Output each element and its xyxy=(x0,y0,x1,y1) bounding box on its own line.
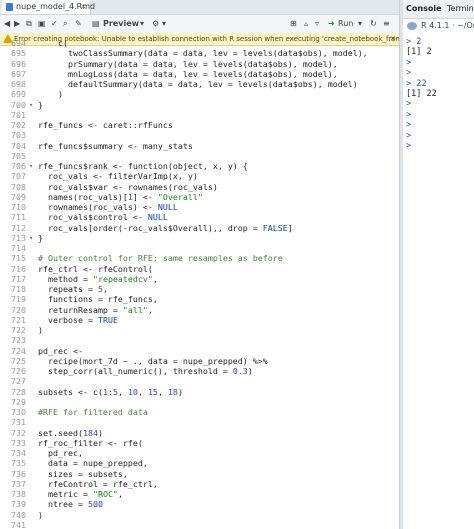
preview-icon[interactable]: ▤ xyxy=(92,17,100,30)
gear-icon[interactable]: ⚙ xyxy=(152,17,159,30)
search-icon[interactable]: ⌕ xyxy=(63,17,67,30)
console-pane: Console Terminal R 4.1.1 · ~/On > 2[1] 2… xyxy=(403,0,474,529)
console-input-prompt[interactable]: > xyxy=(406,140,411,152)
rmd-file-icon xyxy=(6,3,13,11)
preview-button[interactable]: Preview xyxy=(103,17,139,30)
source-editor-pane: nupe_model_4.Rmd × ◀ ▶ ⧉ ▣ ✓ ⌕ ✎ ▤ Previ… xyxy=(0,0,399,529)
tab-terminal[interactable]: Terminal xyxy=(447,0,474,18)
show-in-window-icon[interactable]: ⧉ xyxy=(26,17,32,30)
r-logo-icon xyxy=(407,22,417,30)
preview-dropdown-icon[interactable]: ▾ xyxy=(140,17,144,30)
rerun-icon[interactable]: ↻ xyxy=(370,17,377,30)
settings-dropdown-icon[interactable]: ▾ xyxy=(162,17,166,30)
back-arrow-icon[interactable]: ◀ xyxy=(4,17,10,30)
code-area[interactable]: 694 c(695 twoClassSummary(data = data, l… xyxy=(0,37,399,529)
forward-arrow-icon[interactable]: ▶ xyxy=(14,17,20,30)
tab-nupe-model[interactable]: nupe_model_4.Rmd × xyxy=(2,0,95,14)
run-button[interactable]: Run xyxy=(338,17,353,30)
r-version: R 4.1.1 · ~/On xyxy=(421,21,474,30)
knit-abc-icon[interactable]: ✓ xyxy=(51,17,58,30)
tab-console[interactable]: Console xyxy=(406,0,442,18)
outline-icon[interactable]: ≡ xyxy=(383,17,390,30)
console-info-bar: R 4.1.1 · ~/On xyxy=(403,19,474,33)
save-icon[interactable]: ▣ xyxy=(38,17,46,30)
insert-chunk-icon[interactable]: ⊞ xyxy=(290,17,297,30)
line-number: 741 xyxy=(11,519,26,529)
spell-check-icon[interactable]: ✎ xyxy=(75,17,82,30)
close-icon[interactable]: × xyxy=(80,0,87,14)
editor-tab-bar: nupe_model_4.Rmd × xyxy=(0,0,399,15)
chunk-down-icon[interactable]: ▿ xyxy=(315,17,319,30)
code-line[interactable]: 741 xyxy=(0,519,399,529)
run-icon[interactable]: ➜ xyxy=(328,17,335,30)
console-tab-bar: Console Terminal xyxy=(403,0,474,19)
chunk-up-icon[interactable]: ▵ xyxy=(304,17,308,30)
editor-toolbar: ◀ ▶ ⧉ ▣ ✓ ⌕ ✎ ▤ Preview ▾ ⚙ ▾ ⊞ ▵ ▿ ➜ Ru… xyxy=(0,15,399,34)
run-dropdown-icon[interactable]: ▾ xyxy=(358,17,362,30)
